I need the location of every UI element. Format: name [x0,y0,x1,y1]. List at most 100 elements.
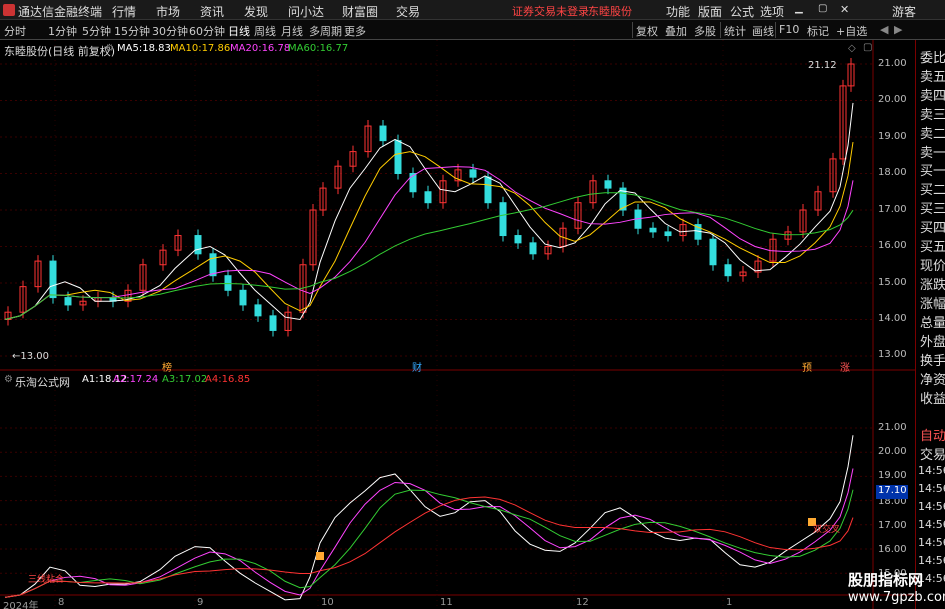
x-axis-label: 12 [576,597,589,608]
indicator-line [4,435,854,601]
price-tick: 21.00 [878,58,907,69]
candle-body [484,176,492,204]
stock-name-link[interactable]: 东睦股份 [588,3,632,19]
draw-button[interactable]: 画线 [752,23,774,39]
sidebar-item-sell1[interactable]: 卖一 [920,142,945,161]
toolbar-divider [775,22,776,38]
multi-stock-button[interactable]: 多股 [694,23,716,39]
low-price-label: ←13.00 [12,351,50,362]
menu-item-quotes[interactable]: 行情 [112,3,136,20]
ma20-label: MA20:16.78 [230,43,291,54]
tab-30min[interactable]: 30分钟 [152,23,188,39]
tab-timeshare[interactable]: 分时 [4,23,26,39]
candle-body [469,169,477,178]
settings-gear-icon[interactable]: ⚙ [105,43,114,54]
sidebar-item-price[interactable]: 现价 [920,255,945,274]
candle-body [664,231,672,237]
indicator-tick: 17.00 [878,520,907,531]
adjust-button[interactable]: 复权 [636,23,658,39]
x-axis-label: 10 [321,597,334,608]
sidebar-item-trade[interactable]: 交易 [920,444,945,463]
maximize-icon[interactable]: ▢ [818,3,827,14]
menu-item-news[interactable]: 资讯 [200,3,224,20]
scroll-left-icon[interactable]: ◀ [880,23,888,36]
guest-user[interactable]: 游客 [892,3,916,20]
sidebar-item-sell5[interactable]: 卖五 [920,66,945,85]
sidebar-item-sell2[interactable]: 卖二 [920,123,945,142]
minimize-icon[interactable]: ▁ [795,3,803,14]
menu-item-function[interactable]: 功能 [666,3,690,20]
f10-button[interactable]: F10 [779,23,799,36]
diamond-icon[interactable]: ◇ [848,43,856,54]
sidebar-item-change-pct[interactable]: 涨幅 [920,293,945,312]
candle-body [514,235,522,244]
trade-time: 14:56 [918,518,945,531]
menu-item-ask[interactable]: 问小达 [288,3,324,20]
chart-title: 东睦股份(日线 前复权) [4,45,116,58]
candle-body [269,315,277,331]
ma5-label: MA5:18.83 [117,43,171,54]
moving-average-lines [4,102,854,321]
candle-body [194,235,202,255]
signal-marker [316,552,324,560]
event-marker[interactable]: 涨 [840,359,850,374]
stats-button[interactable]: 统计 [724,23,746,39]
window-toggle-icon[interactable]: ▢ [863,42,872,53]
indicator-title[interactable]: 乐淘公式网 [15,374,70,390]
tab-15min[interactable]: 15分钟 [114,23,150,39]
trade-time: 14:56 [918,500,945,513]
tab-more[interactable]: 更多 [344,23,366,39]
tab-1min[interactable]: 1分钟 [48,23,77,39]
sidebar-item-sell3[interactable]: 卖三 [920,104,945,123]
sidebar-item-earnings[interactable]: 收益 [920,388,945,407]
menu-item-trade[interactable]: 交易 [396,3,420,20]
sidebar-item-auto[interactable]: 自动 [920,425,945,444]
tab-monthly[interactable]: 月线 [281,23,303,39]
close-icon[interactable]: ✕ [840,3,849,16]
candle-body [209,253,217,277]
candle-body [224,275,232,291]
sidebar-item-turnover[interactable]: 换手 [920,350,945,369]
tab-weekly[interactable]: 周线 [254,23,276,39]
menu-item-discover[interactable]: 发现 [244,3,268,20]
sidebar-item-sell4[interactable]: 卖四 [920,85,945,104]
watermark-url: www.7gpzb.com [848,590,945,605]
sidebar-item-buy5[interactable]: 买五 [920,236,945,255]
menu-item-formula[interactable]: 公式 [730,3,754,20]
sidebar-item-buy3[interactable]: 买三 [920,198,945,217]
add-favorite-button[interactable]: +自选 [836,23,867,39]
sidebar-item-change[interactable]: 涨跌 [920,274,945,293]
scroll-right-icon[interactable]: ▶ [894,23,902,36]
chart-grid [0,40,915,609]
sidebar-item-buy1[interactable]: 买一 [920,160,945,179]
kline-chart[interactable] [0,40,915,609]
settings-gear-icon[interactable]: ⚙ [4,374,13,385]
login-notice[interactable]: 证券交易未登录 [512,3,589,19]
sidebar-item-weibi[interactable]: 委比 [920,47,945,66]
sidebar-item-net-asset[interactable]: 净资 [920,369,945,388]
sidebar-item-buy4[interactable]: 买四 [920,217,945,236]
trade-time: 14:56 [918,554,945,567]
tab-5min[interactable]: 5分钟 [82,23,111,39]
overlay-button[interactable]: 叠加 [665,23,687,39]
mark-button[interactable]: 标记 [807,23,829,39]
indicator-tick: 21.00 [878,422,907,433]
menu-item-wealth[interactable]: 财富圈 [342,3,378,20]
menu-bar: 通达信金融终端 行情 市场 资讯 发现 问小达 财富圈 交易 证券交易未登录 东… [0,0,945,20]
a2-label: A2:17.24 [113,374,159,385]
event-marker[interactable]: 财 [412,359,422,374]
candle-body [709,238,717,266]
indicator-tick: 16.00 [878,544,907,555]
sidebar-item-volume[interactable]: 总量 [920,312,945,331]
event-marker[interactable]: 榜 [162,359,172,374]
menu-item-options[interactable]: 选项 [760,3,784,20]
toolbar-divider [720,22,721,38]
menu-item-market[interactable]: 市场 [156,3,180,20]
sidebar-item-buy2[interactable]: 买二 [920,179,945,198]
tab-multi-period[interactable]: 多周期 [309,23,342,39]
menu-item-layout[interactable]: 版面 [698,3,722,20]
tab-daily[interactable]: 日线 [228,23,250,39]
sidebar-item-outer[interactable]: 外盘 [920,331,945,350]
event-marker[interactable]: 预 [802,359,812,374]
tab-60min[interactable]: 60分钟 [189,23,225,39]
